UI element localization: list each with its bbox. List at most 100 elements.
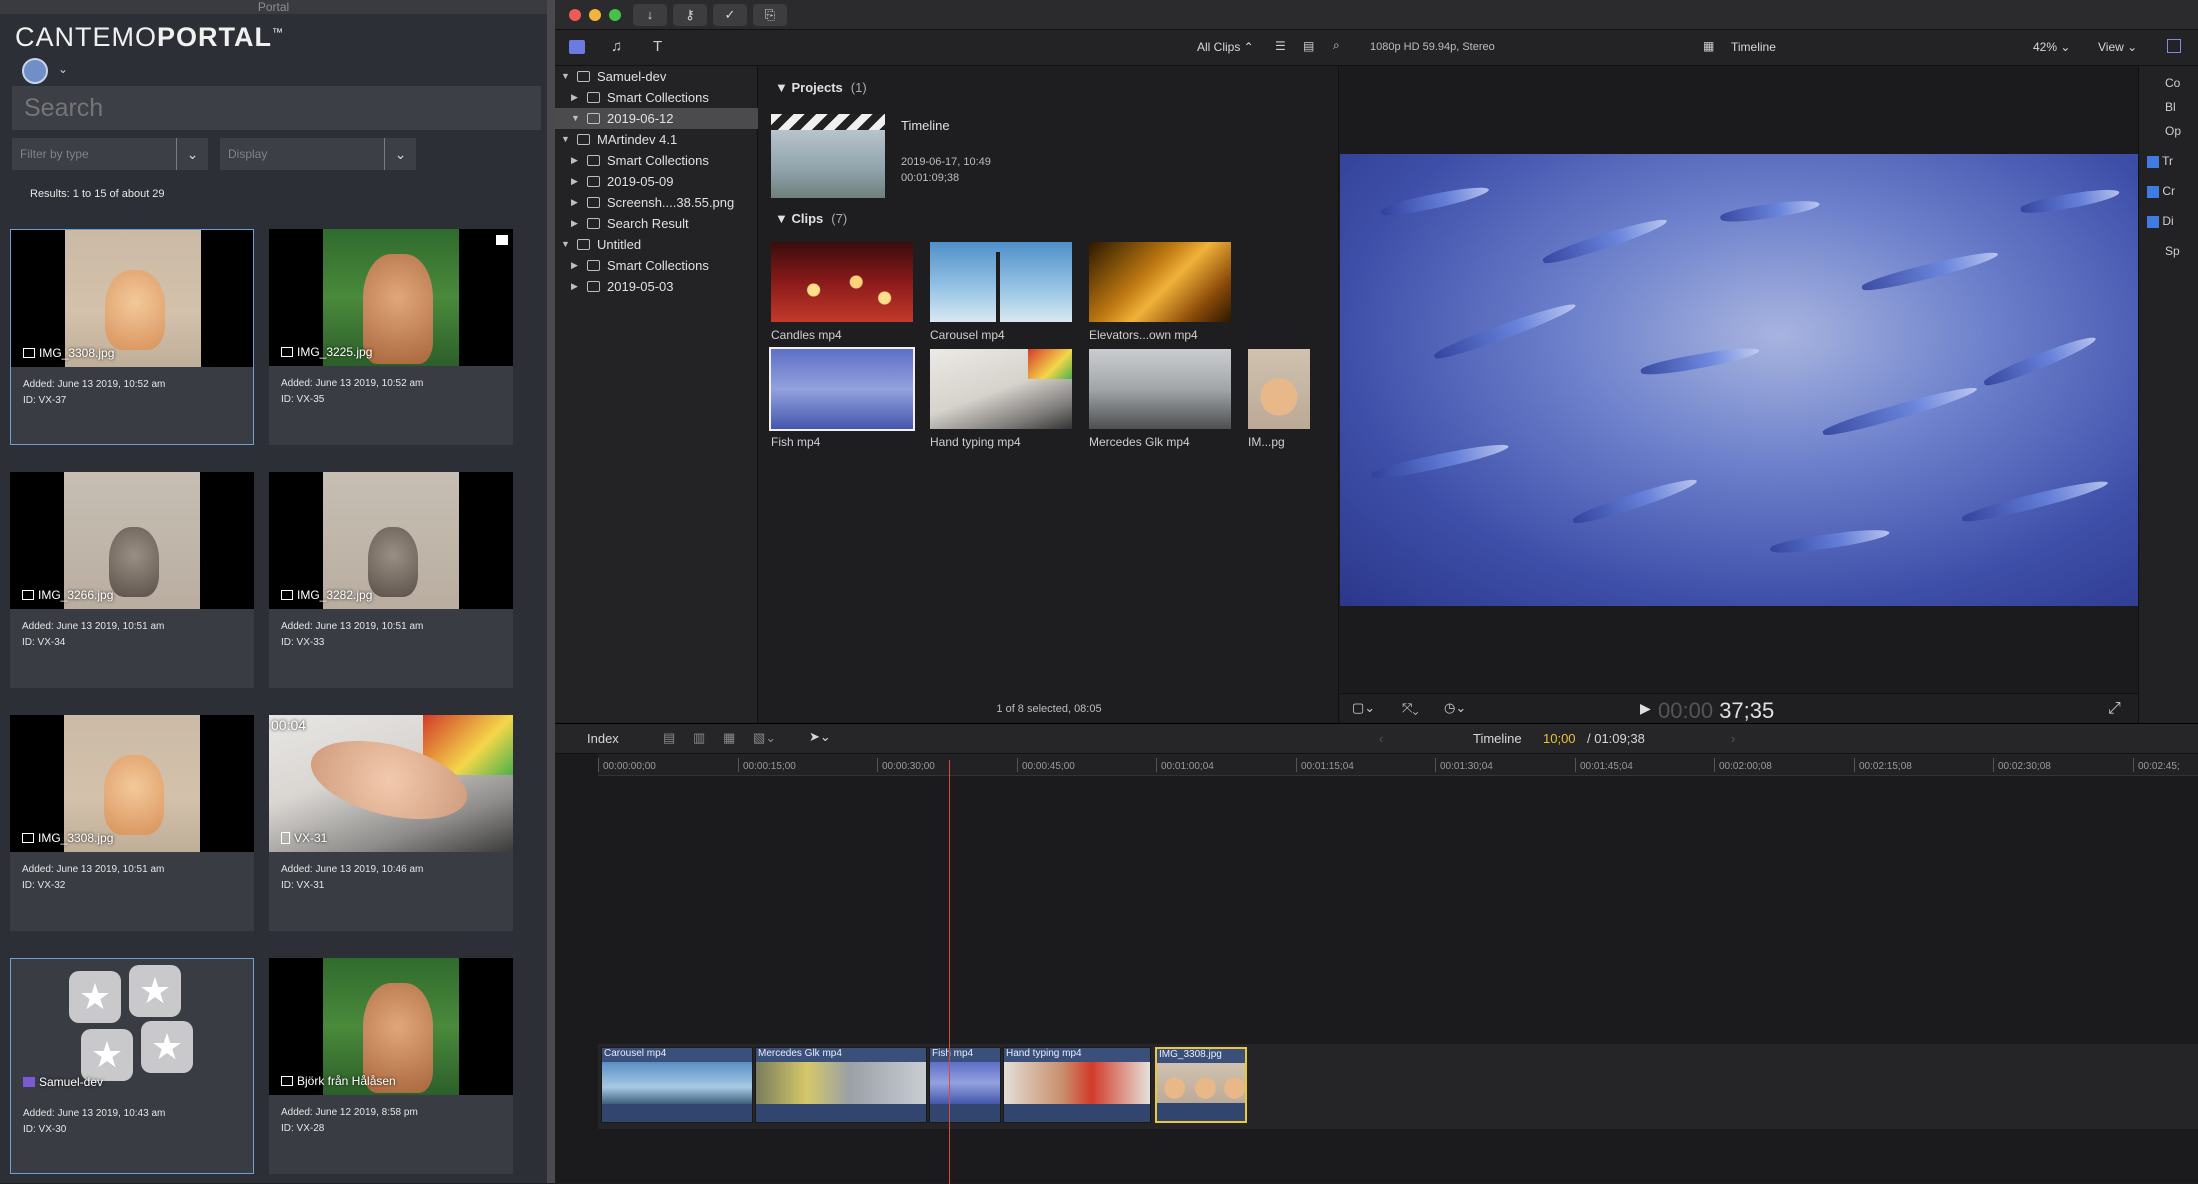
clip-thumbnail[interactable]	[771, 242, 913, 322]
inspector-crop-row[interactable]: Cr	[2147, 184, 2175, 198]
window-divider[interactable]	[547, 0, 555, 1183]
cantemo-logo[interactable]: CANTEMOPORTAL™	[15, 22, 284, 53]
clip-thumbnail[interactable]	[1248, 349, 1310, 429]
viewer-overlay-menu-icon[interactable]: ▢⌄	[1352, 700, 1375, 716]
zoom-window-button[interactable]	[609, 9, 621, 21]
disclosure-triangle-icon[interactable]: ▼	[561, 129, 570, 150]
library-item[interactable]: ▶ 2019-05-03	[555, 276, 758, 297]
clip-thumbnail[interactable]	[930, 349, 1072, 429]
asset-name[interactable]: IMG_3266.jpg	[22, 588, 113, 602]
library-item[interactable]: ▼ Samuel-dev	[555, 66, 758, 87]
select-tool-icon[interactable]: ➤⌄	[809, 729, 831, 745]
asset-name[interactable]: VX-31	[281, 831, 327, 845]
zoom-menu[interactable]: 42% ⌄	[2033, 40, 2070, 54]
project-thumbnail[interactable]	[771, 114, 885, 198]
search-input[interactable]	[12, 86, 541, 130]
disclosure-triangle-icon[interactable]: ▶	[571, 87, 578, 108]
library-item[interactable]: ▶ 2019-05-09	[555, 171, 758, 192]
clip-thumbnail[interactable]	[1089, 242, 1231, 322]
timeline-clip-mercedes[interactable]: Mercedes Glk mp4	[755, 1047, 927, 1123]
close-window-button[interactable]	[569, 9, 581, 21]
asset-card[interactable]: IMG_3308.jpg Added: June 13 2019, 10:52 …	[10, 229, 254, 445]
all-clips-filter[interactable]: All Clips ⌃	[1197, 40, 1254, 54]
clip-hand-typing[interactable]: Hand typing mp4	[930, 349, 1072, 449]
asset-card[interactable]: IMG_3266.jpg Added: June 13 2019, 10:51 …	[10, 472, 254, 688]
clip-thumbnail[interactable]	[930, 242, 1072, 322]
disclosure-triangle-icon[interactable]: ▼	[561, 234, 570, 255]
search-icon[interactable]: ⌕	[1333, 38, 1340, 53]
checkbox-checked-icon[interactable]	[2147, 155, 2159, 168]
titles-generators-icon[interactable]: T	[653, 38, 662, 55]
user-avatar[interactable]	[22, 58, 48, 84]
play-icon[interactable]: ▶	[1640, 700, 1651, 717]
disclosure-triangle-icon[interactable]: ▼	[561, 66, 570, 87]
playhead[interactable]	[949, 760, 950, 1184]
photos-audio-icon[interactable]: ♫	[611, 38, 622, 55]
timecode-display[interactable]: 00:00 37;35	[1658, 698, 1774, 724]
share-icon[interactable]: ⎘	[753, 4, 787, 26]
filmstrip-view-icon[interactable]: ▤	[1303, 39, 1314, 53]
asset-name[interactable]: IMG_3282.jpg	[281, 588, 372, 602]
asset-name[interactable]: IMG_3308.jpg	[23, 346, 114, 360]
asset-name[interactable]: IMG_3225.jpg	[281, 345, 372, 359]
asset-card[interactable]: IMG_3225.jpg Added: June 13 2019, 10:52 …	[269, 229, 513, 445]
fullscreen-icon[interactable]: ⤢	[2108, 700, 2121, 718]
back-arrow-icon[interactable]: ‹	[1379, 731, 1383, 746]
insert-clip-icon[interactable]: ▥	[693, 730, 705, 746]
keyword-icon[interactable]: ⚷	[673, 4, 707, 26]
chevron-down-icon[interactable]: ⌄	[58, 62, 68, 76]
asset-name[interactable]: IMG_3308.jpg	[22, 831, 113, 845]
library-item[interactable]: ▶ Smart Collections	[555, 87, 758, 108]
timeline-clip-carousel[interactable]: Carousel mp4	[601, 1047, 753, 1123]
checkbox-checked-icon[interactable]	[2147, 215, 2159, 228]
library-item[interactable]: ▶ Smart Collections	[555, 255, 758, 276]
asset-card[interactable]: ★ ★ ★ ★ Samuel-dev Added: June 13 2019, …	[10, 958, 254, 1174]
retime-icon[interactable]: ◷⌄	[1444, 700, 1466, 716]
forward-arrow-icon[interactable]: ›	[1731, 731, 1735, 746]
asset-card[interactable]: IMG_3308.jpg Added: June 13 2019, 10:51 …	[10, 715, 254, 931]
disclosure-triangle-icon[interactable]: ▶	[571, 213, 578, 234]
overwrite-clip-icon[interactable]: ▧⌄	[753, 730, 776, 746]
clips-section-header[interactable]: ▼ Clips (7)	[775, 211, 847, 226]
append-clip-icon[interactable]: ▦	[723, 730, 735, 746]
asset-card[interactable]: IMG_3282.jpg Added: June 13 2019, 10:51 …	[269, 472, 513, 688]
asset-name[interactable]: Samuel-dev	[23, 1075, 103, 1089]
timeline-ruler[interactable]: 00:00:00;00 00:00:15;00 00:00:30;00 00:0…	[598, 754, 2198, 776]
inspector-icon[interactable]	[2167, 39, 2181, 53]
clip-mercedes[interactable]: Mercedes Glk mp4	[1089, 349, 1231, 449]
clip-thumbnail[interactable]	[769, 347, 915, 431]
clip-elevators[interactable]: Elevators...own mp4	[1089, 242, 1231, 342]
library-item[interactable]: ▼ MArtindev 4.1	[555, 129, 758, 150]
transform-tools-icon[interactable]: ⤧⌄	[1402, 700, 1419, 716]
viewer-video-fish[interactable]	[1340, 154, 2138, 606]
clip-carousel[interactable]: Carousel mp4	[930, 242, 1072, 342]
asset-card[interactable]: 00:04 VX-31 Added: June 13 2019, 10:46 a…	[269, 715, 513, 931]
inspector-transform-row[interactable]: Tr	[2147, 154, 2173, 168]
list-view-icon[interactable]: ☰	[1275, 39, 1286, 53]
asset-name[interactable]: Björk från Hålåsen	[281, 1074, 396, 1088]
clip-thumbnail[interactable]	[1089, 349, 1231, 429]
asset-card[interactable]: Björk från Hålåsen Added: June 12 2019, …	[269, 958, 513, 1174]
minimize-window-button[interactable]	[589, 9, 601, 21]
projects-section-header[interactable]: ▼ Projects (1)	[775, 80, 867, 95]
timeline-clip-fish[interactable]: Fish mp4	[929, 1047, 1001, 1123]
timeline-index-button[interactable]: Index	[587, 731, 619, 746]
disclosure-triangle-icon[interactable]: ▶	[571, 276, 578, 297]
checkbox-checked-icon[interactable]	[2147, 185, 2159, 198]
disclosure-triangle-icon[interactable]: ▶	[571, 192, 578, 213]
display-select[interactable]: Display ⌄	[220, 138, 416, 170]
filter-by-type-select[interactable]: Filter by type ⌄	[12, 138, 208, 170]
view-menu[interactable]: View ⌄	[2098, 40, 2137, 54]
clip-candles[interactable]: Candles mp4	[771, 242, 913, 342]
disclosure-triangle-icon[interactable]: ▶	[571, 150, 578, 171]
disclosure-triangle-icon[interactable]: ▶	[571, 255, 578, 276]
inspector-distort-row[interactable]: Di	[2147, 214, 2174, 228]
disclosure-triangle-icon[interactable]: ▼	[571, 108, 580, 129]
timeline-clip-img-3308[interactable]: IMG_3308.jpg	[1155, 1047, 1247, 1123]
library-item[interactable]: ▶ Smart Collections	[555, 150, 758, 171]
libraries-icon[interactable]	[569, 40, 585, 54]
timeline-clip-hand-typing[interactable]: Hand typing mp4	[1003, 1047, 1151, 1123]
disclosure-triangle-icon[interactable]: ▶	[571, 171, 578, 192]
clip-img-3308[interactable]: IM...pg	[1248, 349, 1310, 449]
library-item[interactable]: ▶ Search Result	[555, 213, 758, 234]
